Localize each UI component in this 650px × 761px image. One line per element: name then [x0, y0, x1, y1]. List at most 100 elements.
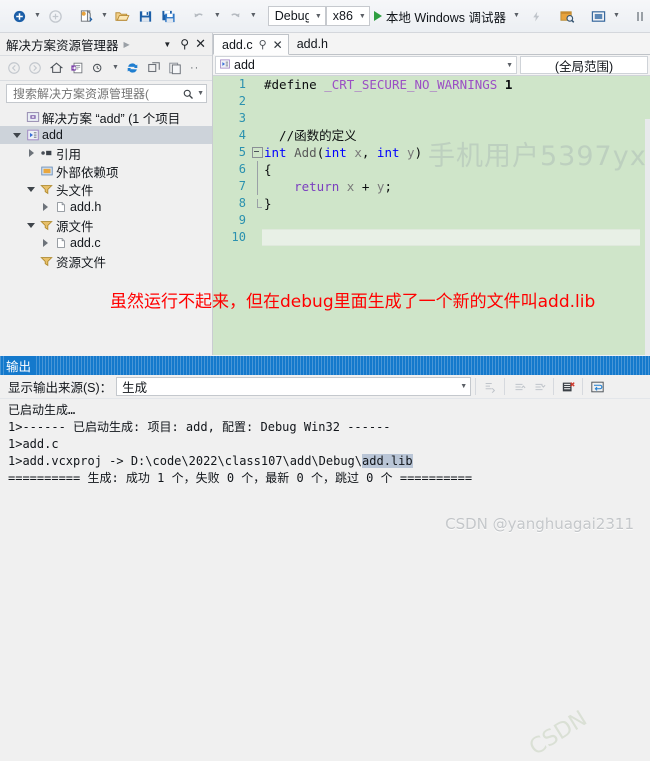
start-debugging-button[interactable]: 本地 Windows 调试器 ▼ [370, 5, 525, 27]
code-line[interactable]: 8 } [213, 195, 650, 212]
twisty-collapsed[interactable] [38, 203, 52, 211]
cpp-project-icon [219, 58, 231, 73]
tree-item-resource-files[interactable]: 资源文件 [0, 252, 212, 270]
tree-item-solution[interactable]: 解决方案 “add” (1 个项目 [0, 108, 212, 126]
tree-item-label: 源文件 [55, 216, 94, 235]
collapse-all-icon[interactable] [144, 58, 164, 78]
code-line[interactable]: 6 { [213, 161, 650, 178]
pin-icon[interactable]: ⚲ [176, 37, 193, 51]
screenshot-icon[interactable] [587, 5, 610, 27]
next-message-icon[interactable] [529, 377, 549, 397]
pin-icon[interactable]: ⚲ [259, 38, 267, 51]
solution-explorer-search[interactable]: ▼ [6, 84, 207, 103]
line-number: 3 [213, 110, 250, 127]
previous-message-icon[interactable] [509, 377, 529, 397]
solution-configuration-value: Debug [275, 9, 309, 23]
tab-add-c[interactable]: add.c ⚲ ✕ [213, 34, 289, 55]
undo-dropdown[interactable]: ▼ [211, 5, 224, 27]
solution-tree[interactable]: 解决方案 “add” (1 个项目 add 引用 [0, 106, 212, 355]
goto-message-icon[interactable] [480, 377, 500, 397]
navigate-backward-dropdown[interactable]: ▼ [31, 5, 44, 27]
line-number: 1 [213, 76, 250, 93]
code-line-current[interactable]: 10 [213, 229, 650, 246]
save-icon[interactable] [134, 5, 157, 27]
start-debugging-dropdown[interactable]: ▼ [510, 5, 523, 27]
undo-icon[interactable] [188, 5, 211, 27]
twisty-expanded[interactable] [24, 223, 38, 228]
close-icon[interactable]: ✕ [193, 37, 209, 52]
code-line[interactable]: 7 return x + y; [213, 178, 650, 195]
code-line[interactable]: 5 int Add(int x, int y) [213, 144, 650, 161]
solution-platform-combo[interactable]: x86 ▼ [326, 6, 370, 26]
references-icon [38, 146, 55, 160]
open-file-icon[interactable] [111, 5, 134, 27]
new-project-dropdown[interactable]: ▼ [98, 5, 111, 27]
search-options-dropdown[interactable]: ▼ [194, 90, 204, 97]
code-line[interactable]: 2 [213, 93, 650, 110]
line-number: 6 [213, 161, 250, 178]
code-line[interactable]: 1 #define _CRT_SECURE_NO_WARNINGS 1 [213, 76, 650, 93]
code-token: 1 [505, 77, 513, 92]
forward-icon[interactable] [25, 58, 45, 78]
hot-reload-icon[interactable] [525, 5, 548, 27]
output-line: 1>add.c [8, 436, 650, 453]
new-project-icon[interactable] [75, 5, 98, 27]
home-icon[interactable] [46, 58, 66, 78]
twisty-collapsed[interactable] [38, 239, 52, 247]
output-highlight-add-lib: add.lib [362, 454, 413, 468]
properties-icon[interactable] [165, 58, 185, 78]
navbar-scope-combo[interactable]: (全局范围) [520, 56, 648, 74]
pause-icon[interactable] [629, 5, 650, 27]
screenshot-dropdown[interactable]: ▼ [610, 5, 623, 27]
tree-item-project-add[interactable]: add [0, 126, 212, 144]
twisty-expanded[interactable] [10, 133, 24, 138]
twisty-collapsed[interactable] [24, 149, 38, 157]
solution-platform-value: x86 [333, 9, 353, 23]
close-icon[interactable]: ✕ [273, 38, 283, 52]
tree-item-references[interactable]: 引用 [0, 144, 212, 162]
navbar-scope-value: (全局范围) [555, 56, 613, 75]
output-line: 1>add.vcxproj -> D:\code\2022\class107\a… [8, 453, 650, 470]
tree-item-header-files[interactable]: 头文件 [0, 180, 212, 198]
pending-changes-icon[interactable] [67, 58, 87, 78]
toolbar-overflow-icon[interactable]: ·· [190, 64, 199, 72]
show-all-files-icon[interactable] [88, 58, 108, 78]
output-source-combo[interactable]: 生成 ▼ [116, 377, 471, 396]
word-wrap-icon[interactable] [587, 377, 607, 397]
refresh-icon[interactable] [123, 58, 143, 78]
code-token: int [377, 145, 400, 160]
code-token: #define [264, 77, 324, 92]
navbar-project-combo[interactable]: add ▼ [215, 56, 517, 74]
window-menu-dropdown-icon[interactable]: ▼ [158, 40, 176, 49]
code-line[interactable]: 3 [213, 110, 650, 127]
navigate-backward-icon[interactable] [8, 5, 31, 27]
navigate-forward-icon[interactable] [44, 5, 67, 27]
show-all-files-dropdown[interactable]: ▼ [109, 57, 122, 79]
editor-vertical-scrollbar[interactable] [645, 119, 650, 355]
find-icon[interactable] [556, 5, 579, 27]
code-line[interactable]: 4 //函数的定义 [213, 127, 650, 144]
cpp-project-icon [24, 128, 41, 142]
tab-add-h[interactable]: add.h [289, 33, 333, 54]
search-input[interactable] [11, 86, 182, 102]
output-text-area[interactable]: 已启动生成… 1>------ 已启动生成: 项目: add, 配置: Debu… [0, 398, 650, 545]
clear-all-icon[interactable] [558, 377, 578, 397]
tree-item-file-add-h[interactable]: add.h [0, 198, 212, 216]
back-icon[interactable] [4, 58, 24, 78]
tree-item-source-files[interactable]: 源文件 [0, 216, 212, 234]
line-number: 5 [213, 144, 250, 161]
solution-configuration-combo[interactable]: Debug ▼ [268, 6, 326, 26]
fold-toggle[interactable] [250, 144, 264, 161]
tree-item-file-add-c[interactable]: add.c [0, 234, 212, 252]
twisty-expanded[interactable] [24, 187, 38, 192]
output-horizontal-scrollbar[interactable] [0, 534, 650, 545]
code-token [400, 145, 408, 160]
code-line[interactable]: 9 [213, 212, 650, 229]
file-icon [52, 236, 69, 250]
redo-dropdown[interactable]: ▼ [247, 5, 260, 27]
redo-icon[interactable] [224, 5, 247, 27]
output-line: 已启动生成… [8, 402, 650, 419]
save-all-icon[interactable] [157, 5, 180, 27]
tree-item-external-dependencies[interactable]: 外部依赖项 [0, 162, 212, 180]
chevron-down-icon: ▼ [506, 62, 513, 69]
